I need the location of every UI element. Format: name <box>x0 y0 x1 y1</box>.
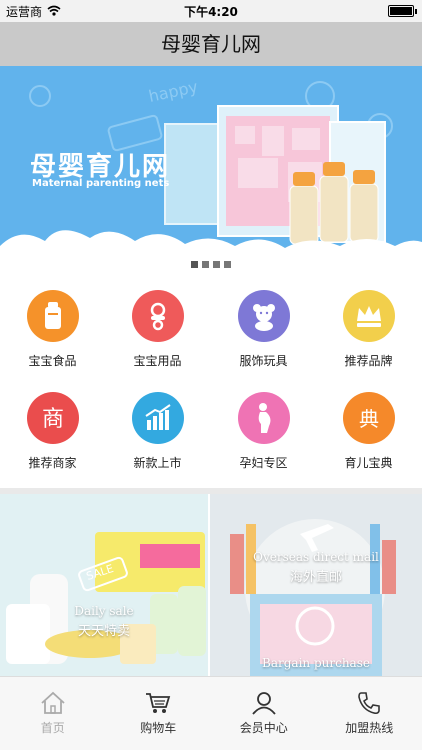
promo-overseas-mail[interactable]: Overseas direct mail 海外直邮 Bargain purcha… <box>210 494 422 676</box>
tab-hotline[interactable]: 加盟热线 <box>317 677 422 750</box>
category-baby-supplies[interactable]: 宝宝用品 <box>105 290 210 369</box>
tab-label: 购物车 <box>140 721 177 735</box>
svg-text:happy: happy <box>147 77 200 106</box>
tab-member-center[interactable]: 会员中心 <box>211 677 317 750</box>
cart-icon <box>146 693 171 713</box>
pacifier-icon <box>131 290 184 342</box>
category-label: 孕妇专区 <box>239 456 288 470</box>
category-label: 育儿宝典 <box>344 456 393 470</box>
promo-secondary-caption: Bargain purchase <box>210 656 422 670</box>
category-recommended-brands[interactable]: 推荐品牌 <box>316 290 421 369</box>
carousel-dot[interactable] <box>224 261 231 268</box>
category-baby-food[interactable]: 宝宝食品 <box>0 290 105 369</box>
shop-icon: 商 <box>26 392 79 444</box>
promo-daily-sale[interactable]: SALE Daily sale 天天特卖 <box>0 494 208 676</box>
category-label: 宝宝食品 <box>28 354 77 368</box>
banner-brand-subtitle: Maternal parenting nets <box>32 178 170 189</box>
carousel-dot[interactable] <box>213 261 220 268</box>
carousel-dot[interactable] <box>191 261 198 268</box>
category-label: 推荐商家 <box>28 456 77 470</box>
promo-caption: Daily sale 天天特卖 <box>0 604 208 639</box>
crown-icon <box>342 290 395 342</box>
category-clothing-toys[interactable]: 服饰玩具 <box>211 290 316 369</box>
category-grid: 宝宝食品 宝宝用品 服饰玩具 推荐品牌 商 推荐商家 新款上市 孕妇专区 典 育… <box>0 276 422 488</box>
tab-label: 加盟热线 <box>345 721 394 735</box>
svg-text:商: 商 <box>41 407 63 432</box>
chart-up-icon <box>131 392 184 444</box>
promo-en-title: Overseas direct mail <box>253 550 379 564</box>
promo-secondary-en: Bargain purchase <box>262 656 370 670</box>
app-screen: 运营商 下午4:20 母婴育儿网 happy 母婴育儿网 Maternal pa… <box>0 0 422 750</box>
overseas-illustration <box>210 494 422 676</box>
promo-cn-title: 天天特卖 <box>77 624 130 639</box>
status-bar: 运营商 下午4:20 <box>0 0 422 22</box>
tab-label: 首页 <box>40 721 65 735</box>
category-new-arrivals[interactable]: 新款上市 <box>105 392 210 471</box>
promo-caption: Overseas direct mail 海外直邮 <box>210 550 422 585</box>
tab-home[interactable]: 首页 <box>0 677 106 750</box>
promo-cn-title: 海外直邮 <box>289 570 342 585</box>
status-time: 下午4:20 <box>184 5 238 19</box>
battery-icon <box>388 5 417 17</box>
daily-sale-illustration <box>0 494 208 676</box>
category-label: 新款上市 <box>133 456 182 470</box>
pregnant-icon <box>237 392 290 444</box>
category-recommended-shops[interactable]: 商 推荐商家 <box>0 392 105 471</box>
user-icon <box>252 692 276 715</box>
carousel-dot[interactable] <box>202 261 209 268</box>
page-title: 母婴育儿网 <box>0 22 422 66</box>
phone-icon <box>358 692 381 715</box>
category-label: 服饰玩具 <box>239 354 288 368</box>
category-parenting-guide[interactable]: 典 育儿宝典 <box>316 392 421 471</box>
banner-carousel[interactable]: happy 母婴育儿网 Maternal parenting nets <box>0 66 422 276</box>
book-icon: 典 <box>342 392 395 444</box>
svg-text:典: 典 <box>359 407 379 431</box>
bottom-tab-bar: 首页 购物车 会员中心 加盟热线 <box>0 676 422 750</box>
category-label: 推荐品牌 <box>344 354 393 368</box>
promo-en-title: Daily sale <box>74 604 134 618</box>
tab-label: 会员中心 <box>239 721 288 735</box>
category-label: 宝宝用品 <box>133 354 182 368</box>
category-maternity[interactable]: 孕妇专区 <box>211 392 316 471</box>
teddy-bear-icon <box>237 290 290 342</box>
home-icon <box>41 691 65 714</box>
tab-cart[interactable]: 购物车 <box>106 677 212 750</box>
milk-bottle-icon <box>26 290 79 342</box>
carousel-indicator[interactable] <box>0 261 422 268</box>
